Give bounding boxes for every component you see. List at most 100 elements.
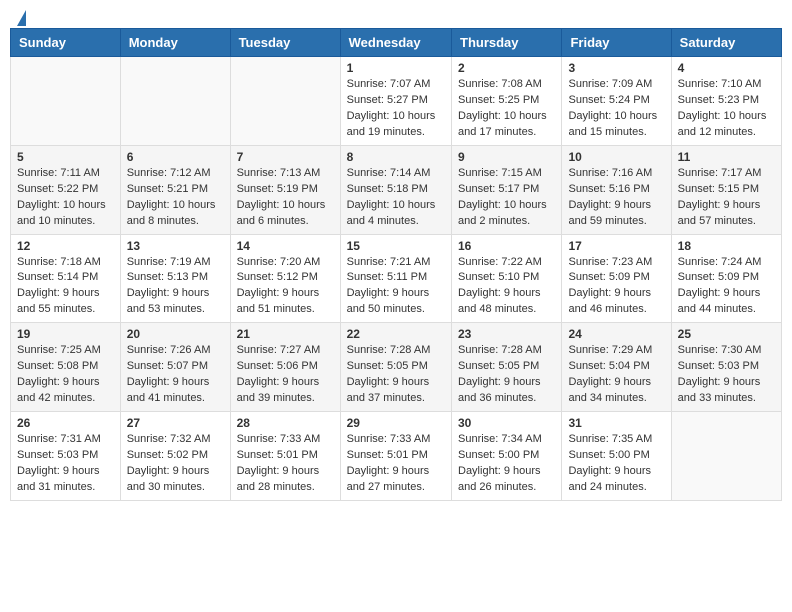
logo-triangle-icon (17, 10, 26, 26)
calendar-cell: 29 Sunrise: 7:33 AM Sunset: 5:01 PM Dayli… (340, 412, 451, 501)
calendar-header-row: SundayMondayTuesdayWednesdayThursdayFrid… (11, 29, 782, 57)
calendar-cell (120, 57, 230, 146)
calendar-cell (671, 412, 781, 501)
day-number: 6 (127, 150, 224, 164)
day-info: Sunrise: 7:33 AM Sunset: 5:01 PM Dayligh… (347, 432, 445, 496)
day-info: Sunrise: 7:25 AM Sunset: 5:08 PM Dayligh… (17, 343, 114, 407)
weekday-header-tuesday: Tuesday (230, 29, 340, 57)
day-number: 10 (568, 150, 664, 164)
calendar-table: SundayMondayTuesdayWednesdayThursdayFrid… (10, 28, 782, 501)
day-info: Sunrise: 7:12 AM Sunset: 5:21 PM Dayligh… (127, 166, 224, 230)
calendar-week-2: 5 Sunrise: 7:11 AM Sunset: 5:22 PM Daylig… (11, 145, 782, 234)
day-number: 13 (127, 239, 224, 253)
day-number: 29 (347, 416, 445, 430)
calendar-cell (11, 57, 121, 146)
calendar-cell: 25 Sunrise: 7:30 AM Sunset: 5:03 PM Dayli… (671, 323, 781, 412)
calendar-cell: 14 Sunrise: 7:20 AM Sunset: 5:12 PM Dayli… (230, 234, 340, 323)
calendar-cell: 3 Sunrise: 7:09 AM Sunset: 5:24 PM Daylig… (562, 57, 671, 146)
day-number: 9 (458, 150, 555, 164)
weekday-header-thursday: Thursday (452, 29, 562, 57)
day-info: Sunrise: 7:35 AM Sunset: 5:00 PM Dayligh… (568, 432, 664, 496)
day-number: 19 (17, 327, 114, 341)
day-number: 4 (678, 61, 775, 75)
calendar-cell: 28Sunrise: 7:33 AM Sunset: 5:01 PM Dayli… (230, 412, 340, 501)
calendar-cell: 9 Sunrise: 7:15 AM Sunset: 5:17 PM Daylig… (452, 145, 562, 234)
day-number: 25 (678, 327, 775, 341)
weekday-header-monday: Monday (120, 29, 230, 57)
calendar-cell: 18Sunrise: 7:24 AM Sunset: 5:09 PM Dayli… (671, 234, 781, 323)
day-number: 7 (237, 150, 334, 164)
day-number: 23 (458, 327, 555, 341)
day-info: Sunrise: 7:11 AM Sunset: 5:22 PM Dayligh… (17, 166, 114, 230)
day-info: Sunrise: 7:10 AM Sunset: 5:23 PM Dayligh… (678, 77, 775, 141)
day-number: 17 (568, 239, 664, 253)
calendar-cell: 21 Sunrise: 7:27 AM Sunset: 5:06 PM Dayli… (230, 323, 340, 412)
day-info: Sunrise: 7:18 AM Sunset: 5:14 PM Dayligh… (17, 255, 114, 319)
day-info: Sunrise: 7:14 AM Sunset: 5:18 PM Dayligh… (347, 166, 445, 230)
calendar-cell: 31 Sunrise: 7:35 AM Sunset: 5:00 PM Dayli… (562, 412, 671, 501)
calendar-week-1: 1 Sunrise: 7:07 AM Sunset: 5:27 PM Daylig… (11, 57, 782, 146)
calendar-cell: 8 Sunrise: 7:14 AM Sunset: 5:18 PM Daylig… (340, 145, 451, 234)
day-info: Sunrise: 7:29 AM Sunset: 5:04 PM Dayligh… (568, 343, 664, 407)
calendar-cell: 19 Sunrise: 7:25 AM Sunset: 5:08 PM Dayli… (11, 323, 121, 412)
day-number: 5 (17, 150, 114, 164)
day-number: 28 (237, 416, 334, 430)
day-info: Sunrise: 7:21 AM Sunset: 5:11 PM Dayligh… (347, 255, 445, 319)
day-number: 2 (458, 61, 555, 75)
day-number: 15 (347, 239, 445, 253)
calendar-week-4: 19 Sunrise: 7:25 AM Sunset: 5:08 PM Dayli… (11, 323, 782, 412)
day-number: 3 (568, 61, 664, 75)
calendar-cell: 11 Sunrise: 7:17 AM Sunset: 5:15 PM Dayli… (671, 145, 781, 234)
day-info: Sunrise: 7:32 AM Sunset: 5:02 PM Dayligh… (127, 432, 224, 496)
day-info: Sunrise: 7:30 AM Sunset: 5:03 PM Dayligh… (678, 343, 775, 407)
day-number: 24 (568, 327, 664, 341)
calendar-cell: 15 Sunrise: 7:21 AM Sunset: 5:11 PM Dayli… (340, 234, 451, 323)
calendar-cell (230, 57, 340, 146)
logo (14, 10, 26, 20)
day-info: Sunrise: 7:15 AM Sunset: 5:17 PM Dayligh… (458, 166, 555, 230)
day-info: Sunrise: 7:19 AM Sunset: 5:13 PM Dayligh… (127, 255, 224, 319)
calendar-cell: 26Sunrise: 7:31 AM Sunset: 5:03 PM Dayli… (11, 412, 121, 501)
day-number: 20 (127, 327, 224, 341)
calendar-cell: 6 Sunrise: 7:12 AM Sunset: 5:21 PM Daylig… (120, 145, 230, 234)
day-info: Sunrise: 7:23 AM Sunset: 5:09 PM Dayligh… (568, 255, 664, 319)
day-info: Sunrise: 7:07 AM Sunset: 5:27 PM Dayligh… (347, 77, 445, 141)
calendar-cell: 30 Sunrise: 7:34 AM Sunset: 5:00 PM Dayli… (452, 412, 562, 501)
day-info: Sunrise: 7:08 AM Sunset: 5:25 PM Dayligh… (458, 77, 555, 141)
day-info: Sunrise: 7:13 AM Sunset: 5:19 PM Dayligh… (237, 166, 334, 230)
day-info: Sunrise: 7:31 AM Sunset: 5:03 PM Dayligh… (17, 432, 114, 496)
calendar-cell: 17 Sunrise: 7:23 AM Sunset: 5:09 PM Dayli… (562, 234, 671, 323)
day-number: 1 (347, 61, 445, 75)
calendar-cell: 2 Sunrise: 7:08 AM Sunset: 5:25 PM Daylig… (452, 57, 562, 146)
day-info: Sunrise: 7:28 AM Sunset: 5:05 PM Dayligh… (458, 343, 555, 407)
day-info: Sunrise: 7:09 AM Sunset: 5:24 PM Dayligh… (568, 77, 664, 141)
day-number: 21 (237, 327, 334, 341)
day-info: Sunrise: 7:17 AM Sunset: 5:15 PM Dayligh… (678, 166, 775, 230)
day-info: Sunrise: 7:28 AM Sunset: 5:05 PM Dayligh… (347, 343, 445, 407)
day-number: 30 (458, 416, 555, 430)
calendar-cell: 22Sunrise: 7:28 AM Sunset: 5:05 PM Dayli… (340, 323, 451, 412)
day-number: 8 (347, 150, 445, 164)
calendar-cell: 13 Sunrise: 7:19 AM Sunset: 5:13 PM Dayli… (120, 234, 230, 323)
weekday-header-saturday: Saturday (671, 29, 781, 57)
weekday-header-friday: Friday (562, 29, 671, 57)
day-number: 12 (17, 239, 114, 253)
day-number: 11 (678, 150, 775, 164)
day-info: Sunrise: 7:27 AM Sunset: 5:06 PM Dayligh… (237, 343, 334, 407)
calendar-cell: 27 Sunrise: 7:32 AM Sunset: 5:02 PM Dayli… (120, 412, 230, 501)
weekday-header-wednesday: Wednesday (340, 29, 451, 57)
day-info: Sunrise: 7:34 AM Sunset: 5:00 PM Dayligh… (458, 432, 555, 496)
calendar-cell: 24 Sunrise: 7:29 AM Sunset: 5:04 PM Dayli… (562, 323, 671, 412)
day-number: 18 (678, 239, 775, 253)
day-number: 27 (127, 416, 224, 430)
day-info: Sunrise: 7:20 AM Sunset: 5:12 PM Dayligh… (237, 255, 334, 319)
page-header (10, 10, 782, 20)
calendar-cell: 16Sunrise: 7:22 AM Sunset: 5:10 PM Dayli… (452, 234, 562, 323)
day-number: 31 (568, 416, 664, 430)
day-number: 14 (237, 239, 334, 253)
calendar-cell: 20Sunrise: 7:26 AM Sunset: 5:07 PM Dayli… (120, 323, 230, 412)
calendar-week-5: 26Sunrise: 7:31 AM Sunset: 5:03 PM Dayli… (11, 412, 782, 501)
day-info: Sunrise: 7:16 AM Sunset: 5:16 PM Dayligh… (568, 166, 664, 230)
calendar-cell: 10 Sunrise: 7:16 AM Sunset: 5:16 PM Dayli… (562, 145, 671, 234)
day-number: 16 (458, 239, 555, 253)
